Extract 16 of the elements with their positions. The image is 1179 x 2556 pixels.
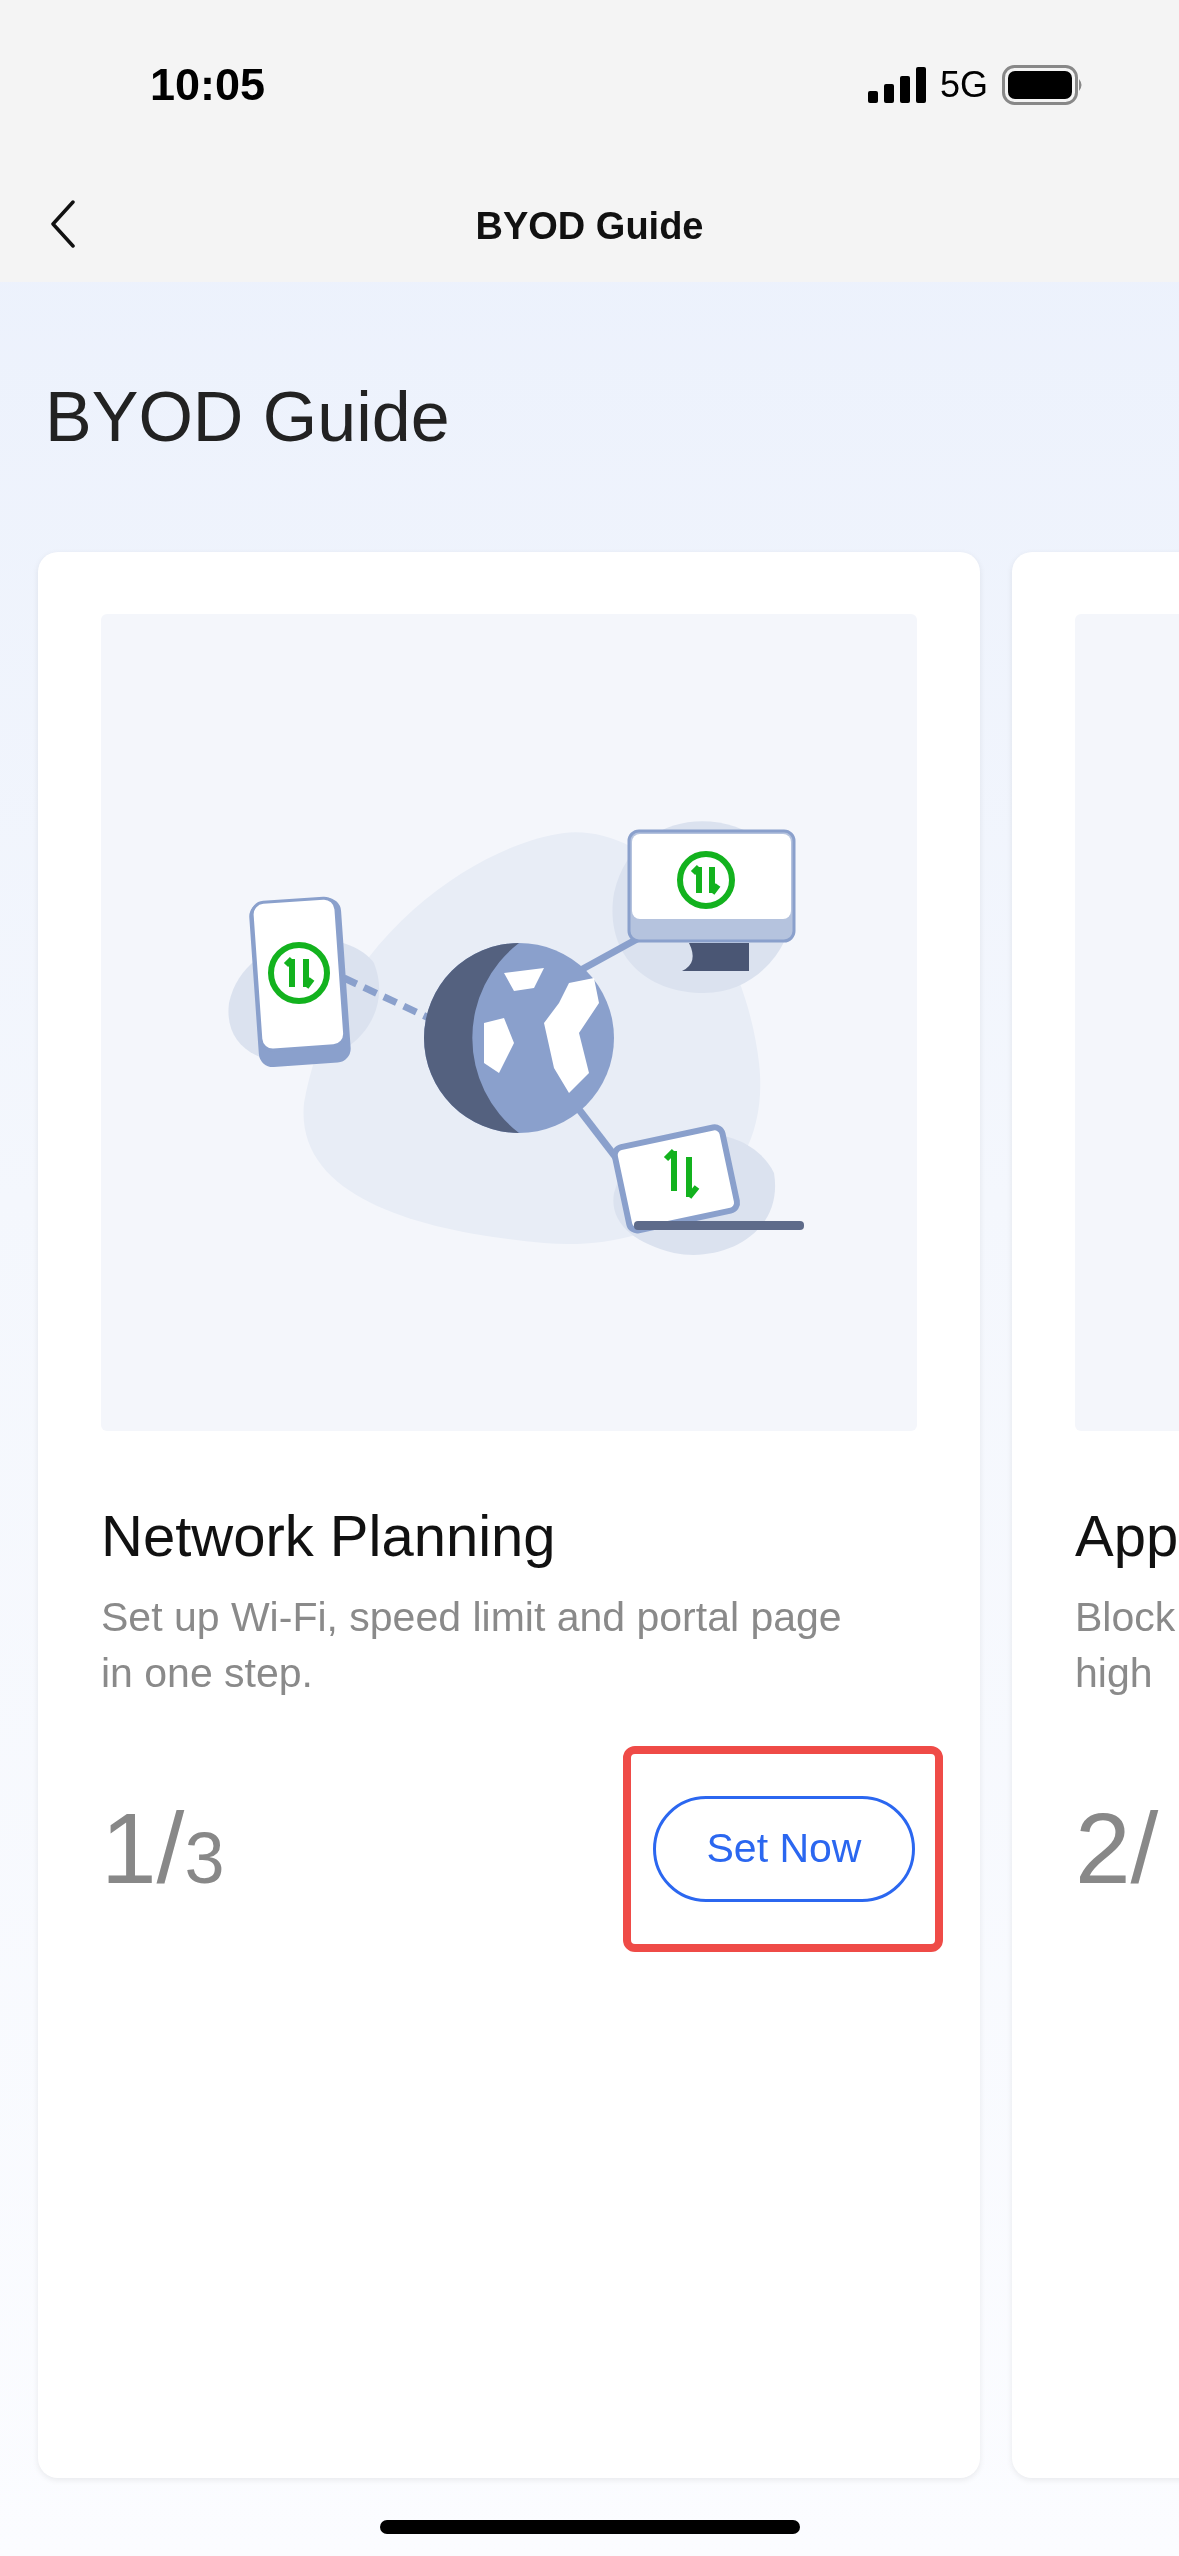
back-button[interactable] (50, 200, 76, 248)
card-title: Network Planning (101, 1502, 557, 1570)
step-counter: 1/3 (101, 1791, 225, 1906)
guide-card[interactable]: Network Planning Set up Wi-Fi, speed limit and portal page in one step. 1/3 Set Now (38, 552, 980, 2478)
status-time: 10:05 (150, 59, 266, 111)
card-description: Set up Wi-Fi, speed limit and portal page in one step. (101, 1593, 843, 1698)
signal-icon (867, 67, 926, 103)
guide-card[interactable]: App Block high 2/ (1012, 552, 1179, 2478)
card-description: Block high (1075, 1593, 1177, 1698)
network-type: 5G (939, 64, 988, 106)
nav-title: BYOD Guide (475, 204, 704, 248)
page-heading: BYOD Guide (44, 377, 451, 458)
battery-icon (1002, 65, 1084, 105)
step-counter: 2/ (1075, 1791, 1159, 1906)
set-now-button[interactable]: Set Now (653, 1795, 915, 1902)
card-title: App (1075, 1502, 1179, 1570)
